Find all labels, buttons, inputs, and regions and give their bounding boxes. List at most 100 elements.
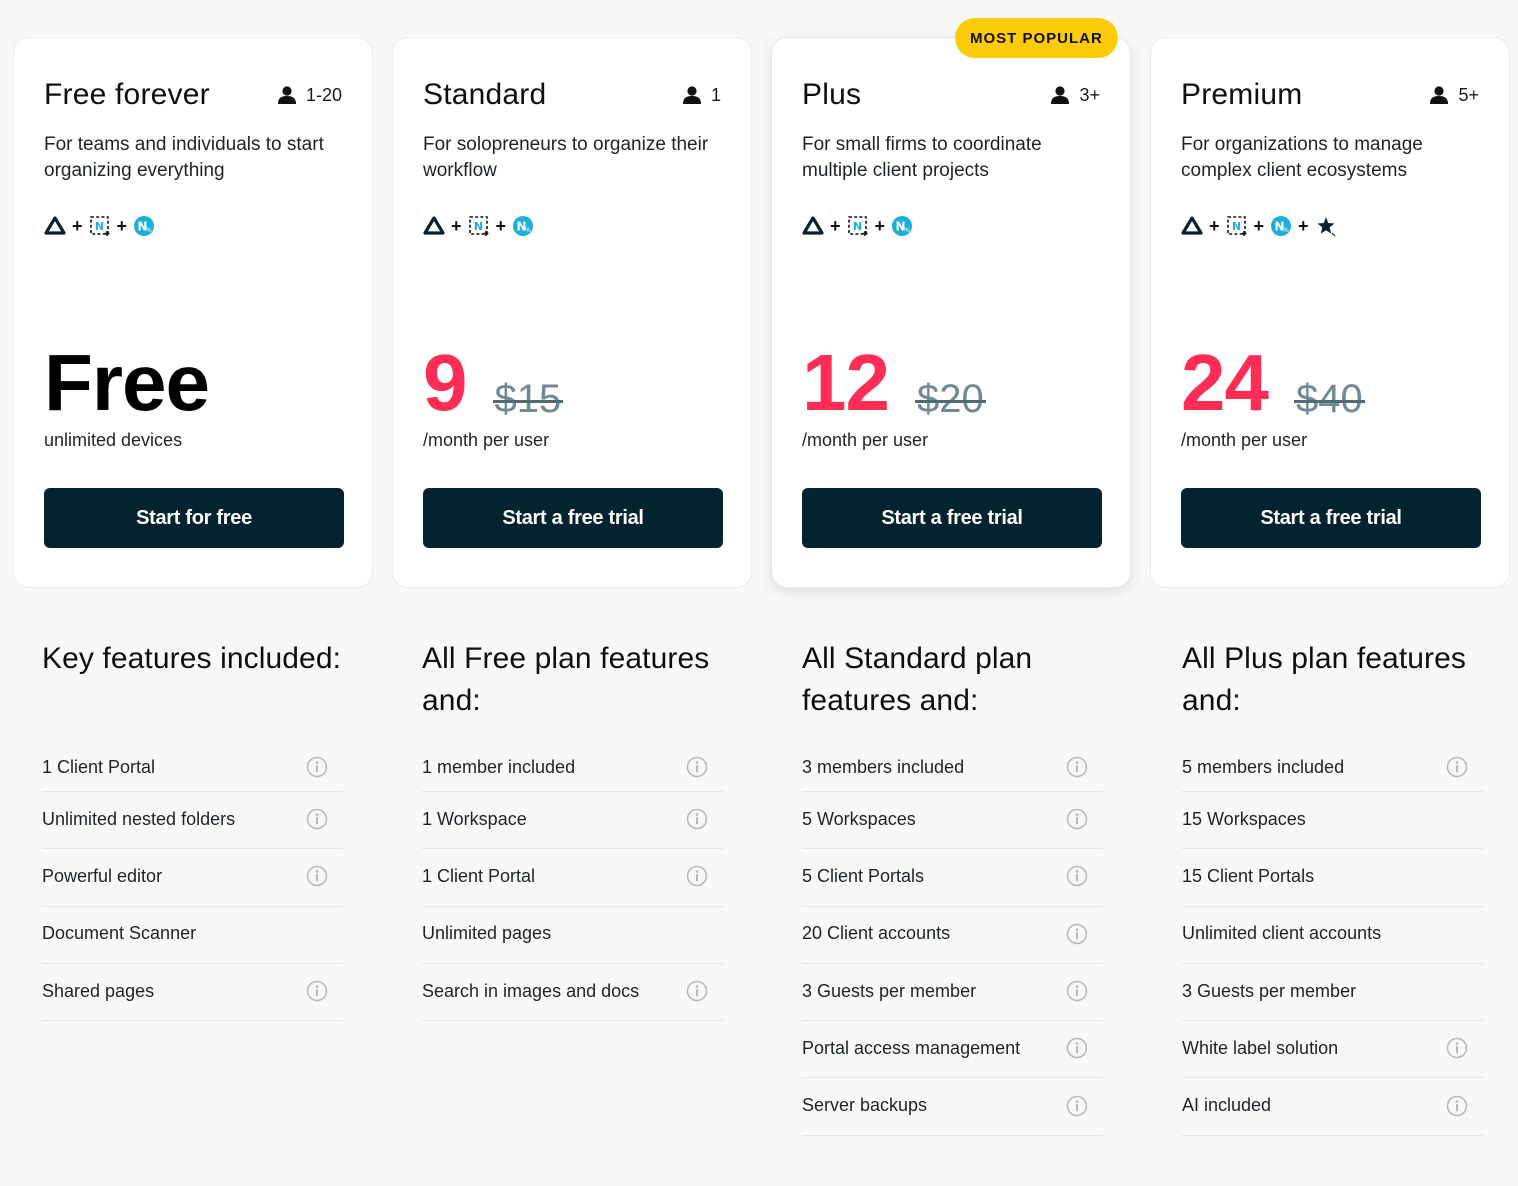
info-icon[interactable] bbox=[686, 865, 708, 887]
included-apps: + N + N% + bbox=[1181, 214, 1479, 238]
plan-cta-button[interactable]: Start for free bbox=[44, 488, 344, 548]
feature-label: Document Scanner bbox=[42, 923, 197, 944]
feature-item: Document Scanner bbox=[42, 907, 343, 964]
plan-description: For organizations to manage complex clie… bbox=[1181, 134, 1423, 181]
price-subtitle: /month per user bbox=[802, 430, 929, 450]
seat-count-label: 5+ bbox=[1458, 84, 1479, 105]
info-icon[interactable] bbox=[686, 756, 708, 778]
feature-column: All Free plan features and: 1 member incl… bbox=[422, 638, 723, 1136]
plan-header: Premium 5+ bbox=[1181, 78, 1479, 112]
seat-count: 1-20 bbox=[277, 85, 342, 106]
feature-item: Portal access management bbox=[802, 1021, 1103, 1079]
svg-text:%: % bbox=[904, 227, 910, 234]
price-subtitle: unlimited devices bbox=[44, 430, 183, 450]
feature-item: 15 Workspaces bbox=[1182, 792, 1483, 850]
info-icon[interactable] bbox=[306, 980, 328, 1002]
info-icon[interactable] bbox=[1066, 756, 1088, 778]
price: Free bbox=[44, 343, 210, 423]
app-scanner-icon: N bbox=[468, 215, 490, 237]
feature-label: Unlimited pages bbox=[422, 923, 552, 944]
info-icon[interactable] bbox=[1066, 1037, 1088, 1059]
user-icon bbox=[1430, 86, 1449, 104]
plan-cta-button[interactable]: Start a free trial bbox=[802, 488, 1102, 548]
plan-cta-button[interactable]: Start a free trial bbox=[423, 488, 723, 548]
feature-item: Shared pages bbox=[42, 964, 343, 1022]
current-price: 9 bbox=[423, 338, 467, 427]
price: 9 $15 bbox=[423, 338, 563, 427]
svg-text:%: % bbox=[146, 227, 152, 234]
svg-text:N: N bbox=[1231, 220, 1240, 233]
plus-separator: + bbox=[116, 215, 128, 236]
feature-list: 3 members included 5 Workspaces 5 Client P… bbox=[802, 745, 1103, 1136]
feature-label: 1 Client Portal bbox=[42, 756, 156, 777]
info-icon[interactable] bbox=[306, 756, 328, 778]
svg-text:N: N bbox=[94, 220, 103, 233]
svg-text:%: % bbox=[1283, 227, 1289, 234]
feature-label: 1 Client Portal bbox=[422, 865, 536, 886]
app-scanner-icon: N bbox=[847, 215, 869, 237]
app-triangle-icon bbox=[44, 215, 66, 237]
feature-list: 5 members included 15 Workspaces 15 Client… bbox=[1182, 745, 1483, 1136]
plan-cta-button[interactable]: Start a free trial bbox=[1181, 488, 1481, 548]
info-icon[interactable] bbox=[306, 808, 328, 830]
feature-item: White label solution bbox=[1182, 1021, 1483, 1079]
included-apps: + N + N% bbox=[44, 214, 342, 238]
svg-text:N: N bbox=[852, 220, 861, 233]
feature-label: AI included bbox=[1182, 1095, 1272, 1116]
plan-card-standard: Standard 1 For solopreneurs to organize … bbox=[392, 37, 752, 588]
svg-text:%: % bbox=[525, 227, 531, 234]
app-notes-icon: N% bbox=[512, 215, 534, 237]
feature-item: Search in images and docs bbox=[422, 964, 723, 1022]
feature-item: 5 members included bbox=[1182, 745, 1483, 792]
feature-column-title: All Free plan features and: bbox=[422, 642, 710, 717]
feature-label: 1 Workspace bbox=[422, 808, 527, 829]
info-icon[interactable] bbox=[1066, 980, 1088, 1002]
feature-label: 20 Client accounts bbox=[802, 923, 951, 944]
feature-label: Unlimited client accounts bbox=[1182, 923, 1382, 944]
plan-cards: Free forever 1-20 For teams and individu… bbox=[13, 18, 1510, 588]
feature-column: All Plus plan features and: 5 members inc… bbox=[1182, 638, 1483, 1136]
feature-item: Powerful editor bbox=[42, 849, 343, 907]
plan-description: For small firms to coordinate multiple c… bbox=[802, 134, 1042, 181]
feature-item: 1 Workspace bbox=[422, 792, 723, 850]
info-icon[interactable] bbox=[1446, 756, 1468, 778]
feature-label: Search in images and docs bbox=[422, 980, 640, 1001]
plus-separator: + bbox=[874, 215, 886, 236]
feature-label: Portal access management bbox=[802, 1037, 1021, 1058]
info-icon[interactable] bbox=[686, 808, 708, 830]
info-icon[interactable] bbox=[1066, 923, 1088, 945]
feature-list: 1 member included 1 Workspace 1 Client Por… bbox=[422, 745, 723, 1022]
info-icon[interactable] bbox=[1066, 808, 1088, 830]
seat-count: 3+ bbox=[1050, 85, 1100, 106]
app-triangle-icon bbox=[1181, 215, 1203, 237]
info-icon[interactable] bbox=[1446, 1095, 1468, 1117]
feature-item: Unlimited nested folders bbox=[42, 792, 343, 850]
feature-label: 5 members included bbox=[1182, 756, 1345, 777]
app-ai-star-icon bbox=[1315, 215, 1337, 237]
feature-column: All Standard plan features and: 3 members… bbox=[802, 638, 1103, 1136]
feature-label: 3 members included bbox=[802, 756, 965, 777]
feature-item: AI included bbox=[1182, 1078, 1483, 1136]
seat-count-label: 1-20 bbox=[305, 84, 342, 105]
info-icon[interactable] bbox=[686, 980, 708, 1002]
info-icon[interactable] bbox=[1066, 1095, 1088, 1117]
app-notes-icon: N% bbox=[1270, 215, 1292, 237]
svg-text:N: N bbox=[473, 220, 482, 233]
info-icon[interactable] bbox=[1066, 865, 1088, 887]
plus-separator: + bbox=[72, 215, 83, 236]
current-price: 12 bbox=[802, 338, 890, 427]
feature-column-title: All Standard plan features and: bbox=[802, 642, 1033, 717]
plus-separator: + bbox=[1253, 215, 1265, 236]
feature-item: 1 Client Portal bbox=[422, 849, 723, 907]
seat-count: 1 bbox=[682, 85, 721, 106]
info-icon[interactable] bbox=[1446, 1037, 1468, 1059]
plan-name: Plus bbox=[802, 78, 862, 111]
feature-item: Unlimited client accounts bbox=[1182, 907, 1483, 964]
plan-description: For solopreneurs to organize their workf… bbox=[423, 134, 709, 181]
feature-item: 5 Workspaces bbox=[802, 792, 1103, 850]
most-popular-badge: MOST POPULAR bbox=[955, 18, 1118, 58]
feature-label: 15 Client Portals bbox=[1182, 865, 1315, 886]
info-icon[interactable] bbox=[306, 865, 328, 887]
plan-header: Plus 3+ bbox=[802, 78, 1100, 112]
feature-label: Unlimited nested folders bbox=[42, 808, 236, 829]
